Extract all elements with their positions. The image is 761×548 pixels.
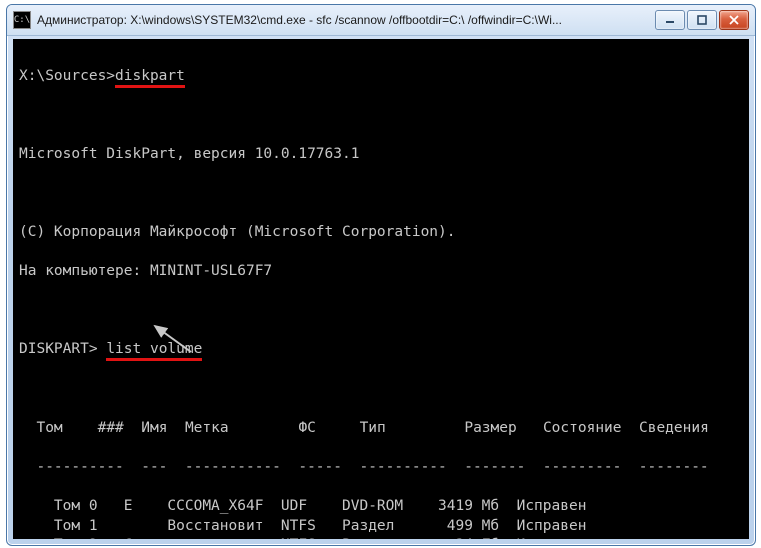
blank xyxy=(19,301,743,321)
computer-line: На компьютере: MININT-USL67F7 xyxy=(19,262,743,282)
diskpart-version: Microsoft DiskPart, версия 10.0.17763.1 xyxy=(19,145,743,165)
close-button[interactable] xyxy=(719,10,749,30)
copyright-line: (C) Корпорация Майкрософт (Microsoft Cor… xyxy=(19,223,743,243)
titlebar[interactable]: C:\ Администратор: X:\windows\SYSTEM32\c… xyxy=(7,5,755,36)
blank xyxy=(19,106,743,126)
blank xyxy=(19,380,743,400)
maximize-button[interactable] xyxy=(687,10,717,30)
window-title: Администратор: X:\windows\SYSTEM32\cmd.e… xyxy=(37,13,655,27)
cmd-list-volume: list volume xyxy=(106,341,202,361)
cmd-icon: C:\ xyxy=(13,11,31,29)
window-controls xyxy=(655,10,749,30)
prompt-line-2: DISKPART> list volume xyxy=(19,340,743,360)
minimize-button[interactable] xyxy=(655,10,685,30)
blank xyxy=(19,184,743,204)
cmd-diskpart: diskpart xyxy=(115,68,185,88)
table-divider: ---------- --- ----------- ----- -------… xyxy=(19,458,743,478)
minimize-icon xyxy=(665,15,675,25)
prompt-line-1: X:\Sources>diskpart xyxy=(19,67,743,87)
table-header: Том ### Имя Метка ФС Тип Размер Состояни… xyxy=(19,419,743,439)
maximize-icon xyxy=(697,15,707,25)
window-frame: C:\ Администратор: X:\windows\SYSTEM32\c… xyxy=(6,4,756,546)
terminal-output[interactable]: X:\Sources>diskpart Microsoft DiskPart, … xyxy=(13,39,749,539)
volume-table-body: Том 0 E CCCOMA_X64F UDF DVD-ROM 3419 Мб … xyxy=(19,498,674,539)
close-icon xyxy=(729,15,739,25)
